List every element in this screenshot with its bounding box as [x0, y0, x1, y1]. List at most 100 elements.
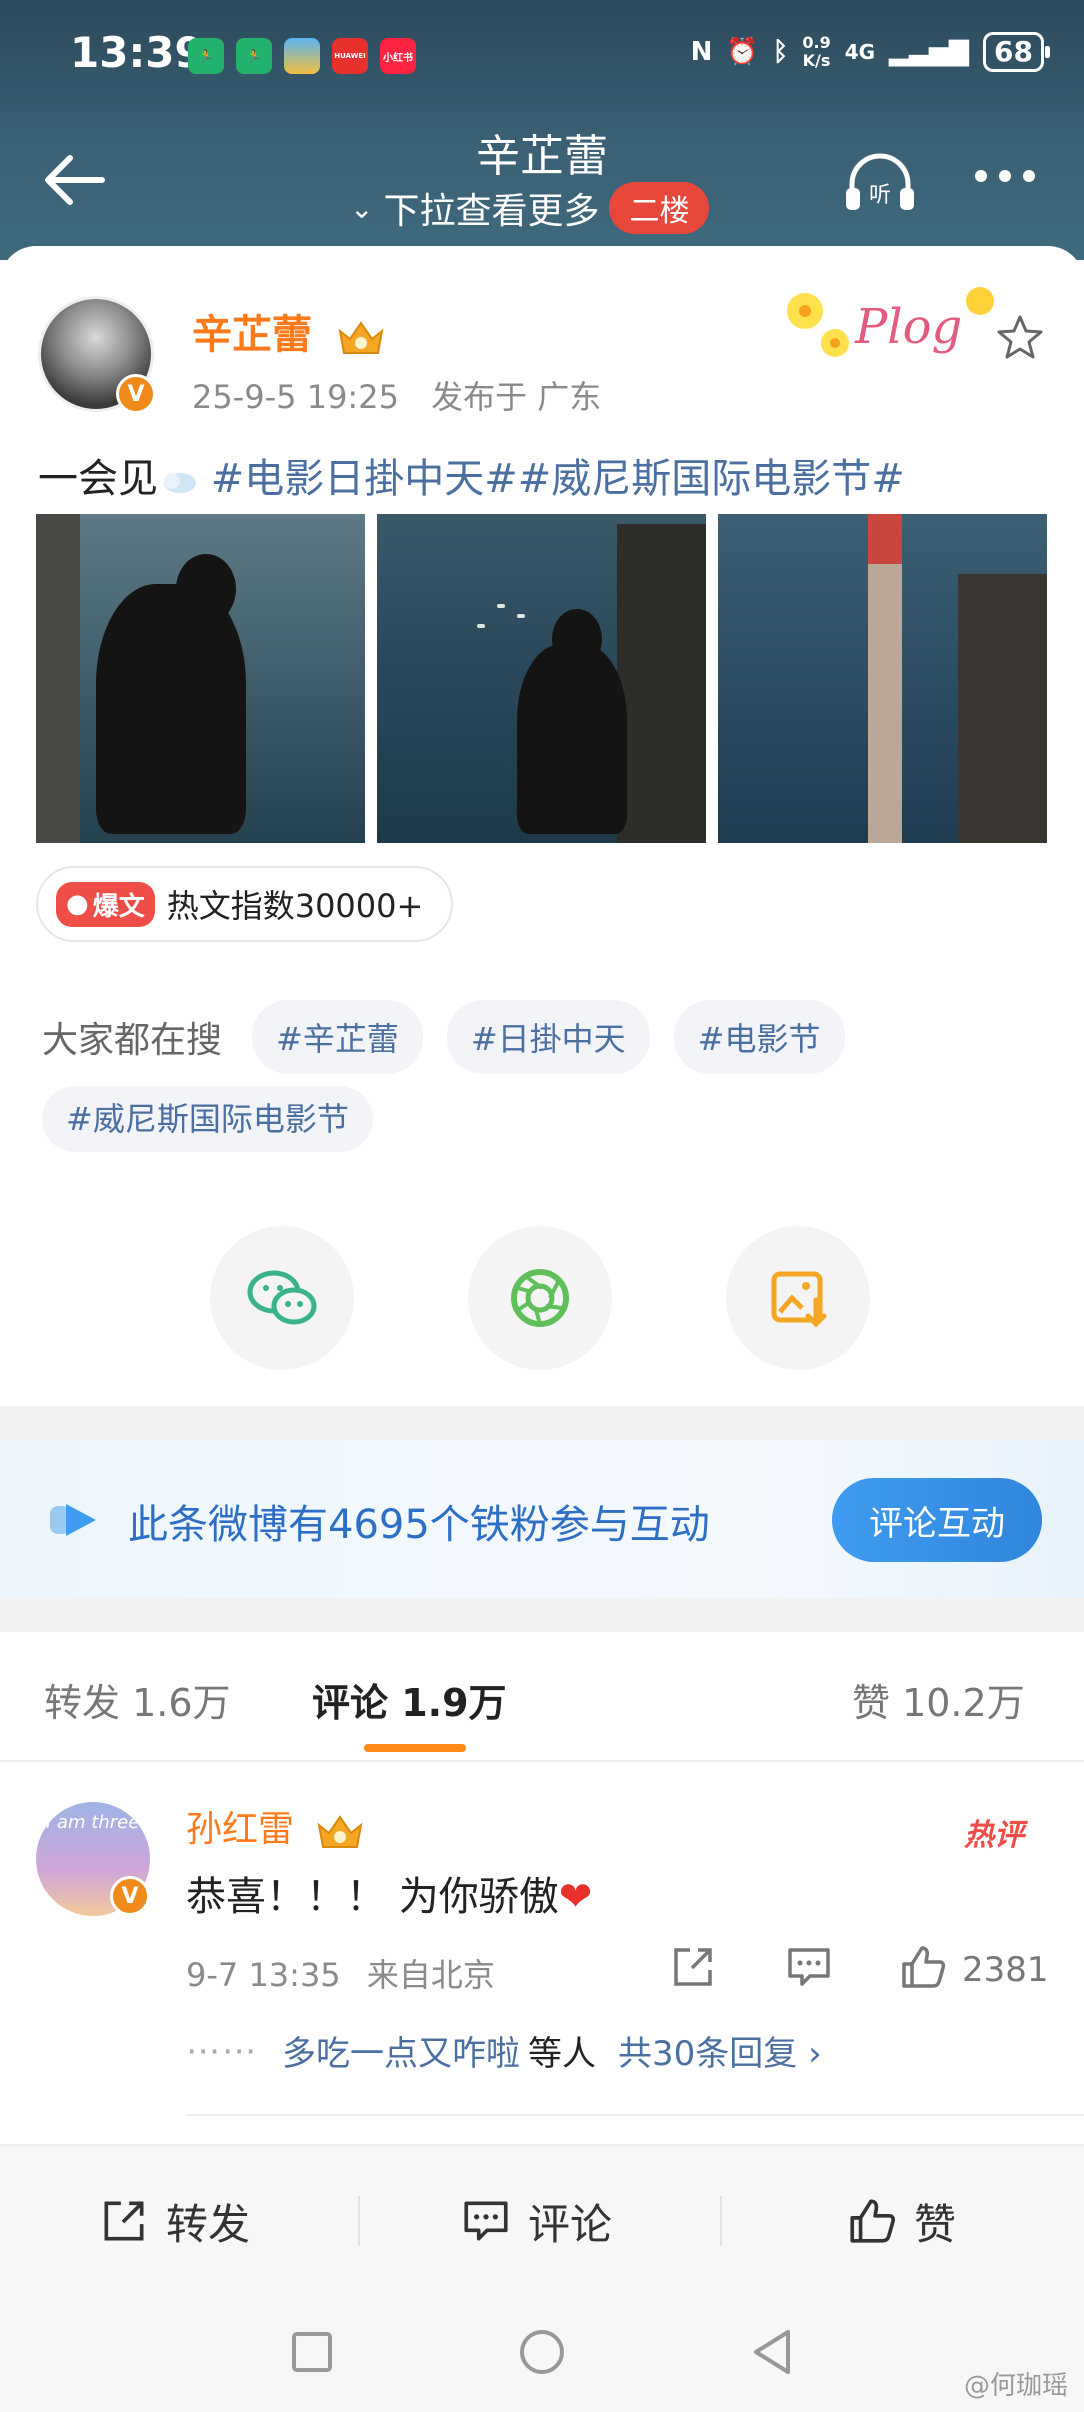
post-hashtags[interactable]: #电影日掛中天##威尼斯国际电影节#: [211, 456, 905, 502]
square-icon: [292, 2332, 332, 2372]
status-time: 13:39: [70, 28, 204, 77]
green-run-app-icon: 🏃: [236, 38, 272, 74]
save-image-button[interactable]: [726, 1226, 870, 1370]
system-nav-bar: @何珈瑶: [0, 2294, 1084, 2412]
photo-grid: [36, 514, 1047, 843]
dot-icon: [999, 170, 1011, 182]
comment-reply-button[interactable]: [784, 1942, 834, 1992]
huawei-app-icon: HUAWEI: [332, 38, 368, 74]
chevron-down-icon: ⌄: [350, 191, 374, 225]
cloud-emoji-icon: [164, 473, 196, 493]
reply-suffix: 等人: [528, 2034, 596, 2074]
reply-user[interactable]: 多吃一点又咋啦: [282, 2026, 520, 2075]
share-icon: [104, 2201, 144, 2241]
post-photo-2[interactable]: [377, 514, 706, 843]
post-meta: 25-9-5 19:25 发布于 广东: [192, 372, 601, 418]
toolbar-separator: [358, 2196, 360, 2246]
author-name[interactable]: 辛芷蕾: [192, 302, 386, 360]
recent-apps-button[interactable]: [284, 2324, 340, 2380]
bottom-action-bar: 转发 评论 赞: [0, 2144, 1084, 2294]
comment-time: 9-7 13:35: [186, 1956, 341, 1994]
save-image-icon: [771, 1271, 827, 1328]
crown-icon: [318, 1815, 363, 1848]
system-back-button[interactable]: [744, 2324, 800, 2380]
moments-icon: [511, 1269, 569, 1327]
like-button[interactable]: 赞: [846, 2186, 956, 2256]
star-icon: [997, 315, 1043, 359]
pull-down-hint[interactable]: ⌄ 下拉查看更多 二楼: [350, 182, 710, 234]
comment-like-button[interactable]: [898, 1942, 948, 1992]
nfc-icon: N: [690, 37, 713, 67]
reply-dots: ⋯⋯: [186, 2030, 258, 2071]
dot-icon: [1023, 170, 1035, 182]
trending-search-row-2: #威尼斯国际电影节: [42, 1086, 373, 1152]
tab-likes[interactable]: 赞 10.2万: [852, 1672, 1025, 1727]
search-chip[interactable]: #辛芷蕾: [252, 1000, 423, 1074]
tab-repost[interactable]: 转发 1.6万: [44, 1672, 231, 1727]
search-chip[interactable]: #威尼斯国际电影节: [42, 1086, 373, 1152]
reply-count[interactable]: 共30条回复 ›: [618, 2026, 822, 2075]
plog-sticker-icon: Plog: [787, 287, 994, 357]
post-photo-1[interactable]: [36, 514, 365, 843]
photo-app-icon: [284, 38, 320, 74]
repost-button[interactable]: 转发: [98, 2186, 250, 2256]
home-button[interactable]: [514, 2324, 570, 2380]
hot-article-tag: ● 爆文: [56, 881, 155, 927]
thumbs-up-icon: [902, 1946, 946, 1988]
search-chip[interactable]: #电影节: [673, 1000, 845, 1074]
play-arrow-icon: [50, 1504, 96, 1536]
search-chip[interactable]: #日掛中天: [446, 1000, 650, 1074]
post-card: V 辛芷蕾 25-9-5 19:25 发布于 广东 Plog 一会见 #电影日掛…: [0, 246, 1084, 1406]
headphones-icon: 听: [846, 153, 914, 210]
verified-badge-icon: V: [116, 374, 156, 414]
wechat-icon: [247, 1270, 317, 1325]
comment-interact-button[interactable]: 评论互动: [832, 1478, 1042, 1562]
comment-replies-link[interactable]: ⋯⋯ 多吃一点又咋啦 等人 共30条回复 ›: [186, 2026, 822, 2075]
bluetooth-icon: ᛒ: [772, 37, 789, 67]
comment-icon: [464, 2201, 508, 2241]
commenter-name[interactable]: 孙红雷: [186, 1800, 365, 1852]
comment-divider: [186, 2114, 1084, 2116]
crown-icon: [338, 321, 384, 354]
post-date: 25-9-5 19:25: [192, 378, 399, 416]
alarm-icon: ⏰: [726, 37, 759, 67]
interaction-tabs: 转发 1.6万 评论 1.9万 赞 10.2万: [0, 1632, 1084, 1762]
status-bar: 13:39 🏃 🏃 HUAWEI 小红书 N ⏰ ᛒ 0.9 K/s 4G ▂▃▅…: [0, 0, 1084, 110]
comment-meta: 9-7 13:35 来自北京: [186, 1950, 495, 1996]
battery-indicator: 68: [983, 32, 1050, 72]
section-divider: [0, 1406, 1084, 1440]
listen-button[interactable]: 听: [840, 150, 920, 214]
tab-comments[interactable]: 评论 1.9万: [312, 1672, 507, 1727]
heart-emoji-icon: ❤: [558, 1874, 593, 1920]
hot-comment-label: 热评: [964, 1818, 1024, 1853]
fans-interaction-banner: 此条微博有4695个铁粉参与互动 评论互动: [0, 1440, 1084, 1598]
post-location: 发布于 广东: [431, 378, 602, 416]
triangle-back-icon: [754, 2330, 790, 2374]
comment-button[interactable]: 评论: [460, 2186, 612, 2256]
toolbar-separator: [720, 2196, 722, 2246]
green-run-app-icon: 🏃: [188, 38, 224, 74]
share-wechat-button[interactable]: [210, 1226, 354, 1370]
favorite-button[interactable]: [995, 312, 1045, 362]
post-text: 一会见 #电影日掛中天##威尼斯国际电影节#: [38, 456, 905, 502]
share-row: [210, 1226, 870, 1370]
header-bar: 13:39 🏃 🏃 HUAWEI 小红书 N ⏰ ᛒ 0.9 K/s 4G ▂▃▅…: [0, 0, 1084, 260]
flame-icon: ●: [66, 889, 89, 919]
svg-text:Plog: Plog: [854, 299, 962, 355]
author-avatar[interactable]: V: [38, 296, 158, 416]
post-photo-3[interactable]: [718, 514, 1047, 843]
comment-like-count: 2381: [962, 1950, 1049, 1990]
svg-text:听: 听: [869, 183, 891, 208]
share-moments-button[interactable]: [468, 1226, 612, 1370]
thumbs-up-icon: [850, 2199, 896, 2243]
active-tab-indicator: [364, 1744, 466, 1752]
signal-type: 4G: [844, 40, 876, 64]
fans-interaction-text: 此条微博有4695个铁粉参与互动: [128, 1502, 710, 1548]
comment-share-button[interactable]: [668, 1942, 718, 1992]
second-floor-badge[interactable]: 二楼: [609, 182, 710, 234]
share-icon: [674, 1948, 712, 1986]
hot-index-badge[interactable]: ● 爆文 热文指数30000+: [36, 866, 454, 942]
comment-icon: [788, 1948, 830, 1986]
more-options-button[interactable]: [975, 170, 1045, 190]
pull-down-label: 下拉查看更多: [383, 191, 600, 232]
